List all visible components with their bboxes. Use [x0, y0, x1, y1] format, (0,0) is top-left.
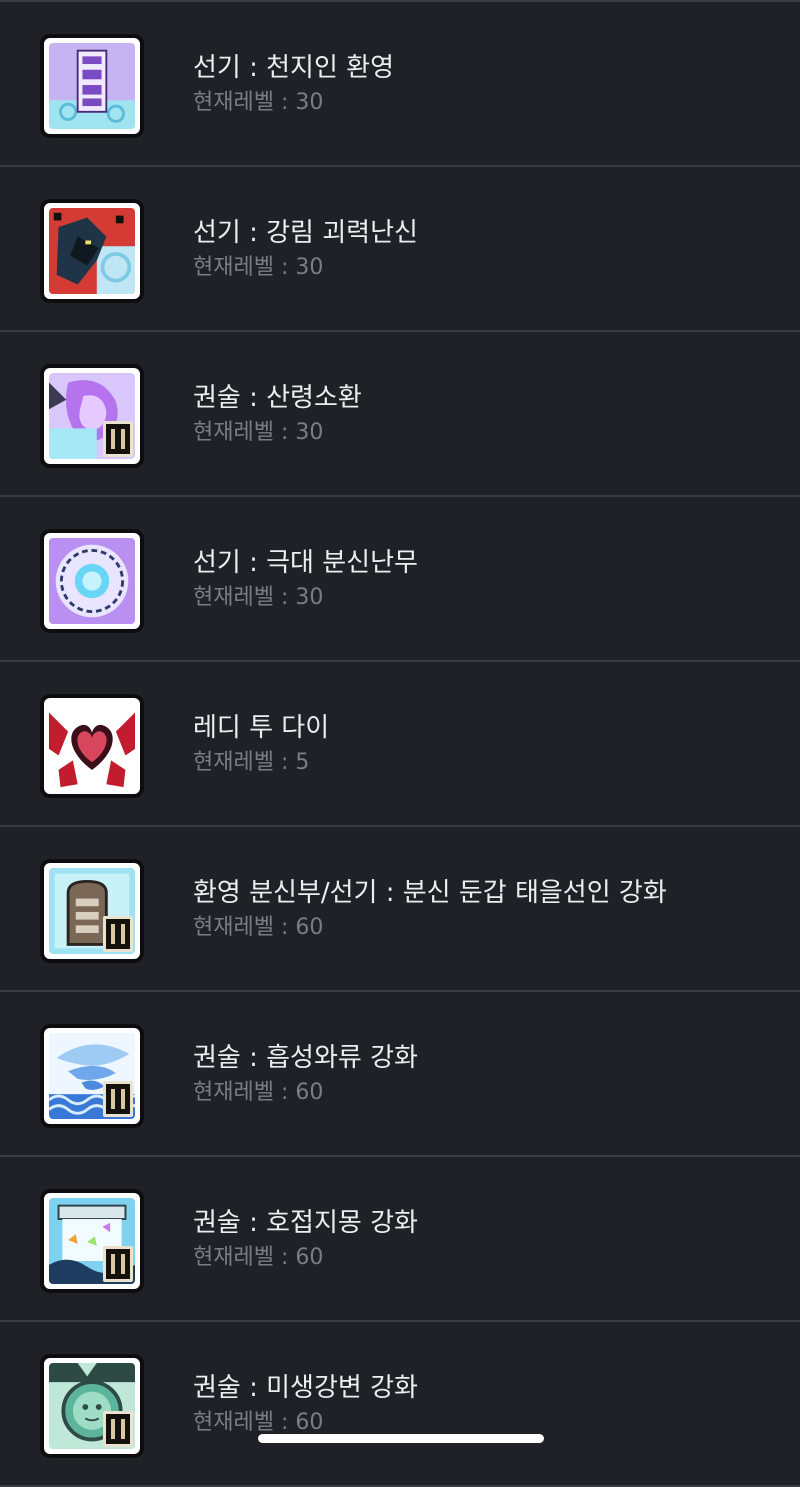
list-item[interactable]: 권술 : 호접지몽 강화 현재레벨 : 60 [0, 1157, 800, 1322]
skill-level: 현재레벨 : 30 [193, 585, 324, 610]
skill-level: 현재레벨 : 30 [193, 255, 324, 280]
home-indicator[interactable] [258, 1434, 544, 1443]
cheonjiin-illusion-icon [40, 34, 144, 138]
list-item[interactable]: 권술 : 산령소환 현재레벨 : 30 [0, 332, 800, 497]
skill-name: 권술 : 호접지몽 강화 [193, 1208, 418, 1238]
skill-name: 선기 : 강림 괴력난신 [193, 218, 418, 248]
list-item[interactable]: 선기 : 강림 괴력난신 현재레벨 : 30 [0, 167, 800, 332]
list-item[interactable]: 환영 분신부/선기 : 분신 둔갑 태을선인 강화 현재레벨 : 60 [0, 827, 800, 992]
skill-level: 현재레벨 : 30 [193, 90, 324, 115]
skill-level: 현재레벨 : 60 [193, 1080, 324, 1105]
descent-strength-god-icon [40, 199, 144, 303]
skill-list: 선기 : 천지인 환영 현재레벨 : 30 선기 : 강림 괴력난신 현재레벨 … [0, 0, 800, 1487]
skill-level: 현재레벨 : 5 [193, 750, 310, 775]
skill-name: 환영 분신부/선기 : 분신 둔갑 태을선인 강화 [193, 878, 667, 908]
riverside-mirror-icon [40, 1354, 144, 1458]
scroll-badge-icon [103, 1246, 133, 1282]
scroll-badge-icon [103, 1081, 133, 1117]
butterfly-dream-icon [40, 1189, 144, 1293]
clone-rampage-icon [40, 529, 144, 633]
scroll-badge-icon [103, 421, 133, 457]
scroll-badge-icon [103, 916, 133, 952]
skill-level: 현재레벨 : 60 [193, 915, 324, 940]
skill-name: 선기 : 극대 분신난무 [193, 548, 418, 578]
list-item[interactable]: 권술 : 미생강변 강화 현재레벨 : 60 [0, 1322, 800, 1487]
mountain-spirit-summon-icon [40, 364, 144, 468]
list-item[interactable]: 선기 : 천지인 환영 현재레벨 : 30 [0, 2, 800, 167]
skill-name: 선기 : 천지인 환영 [193, 53, 394, 83]
skill-level: 현재레벨 : 60 [193, 1245, 324, 1270]
list-item[interactable]: 선기 : 극대 분신난무 현재레벨 : 30 [0, 497, 800, 662]
skill-name: 레디 투 다이 [193, 713, 330, 743]
tombstone-clone-icon [40, 859, 144, 963]
ready-to-die-heart-icon [40, 694, 144, 798]
skill-level: 현재레벨 : 60 [193, 1410, 324, 1435]
skill-level: 현재레벨 : 30 [193, 420, 324, 445]
vortex-icon [40, 1024, 144, 1128]
skill-name: 권술 : 산령소환 [193, 383, 362, 413]
list-item[interactable]: 레디 투 다이 현재레벨 : 5 [0, 662, 800, 827]
scroll-badge-icon [103, 1411, 133, 1447]
skill-name: 권술 : 흡성와류 강화 [193, 1043, 418, 1073]
skill-name: 권술 : 미생강변 강화 [193, 1373, 418, 1403]
list-item[interactable]: 권술 : 흡성와류 강화 현재레벨 : 60 [0, 992, 800, 1157]
